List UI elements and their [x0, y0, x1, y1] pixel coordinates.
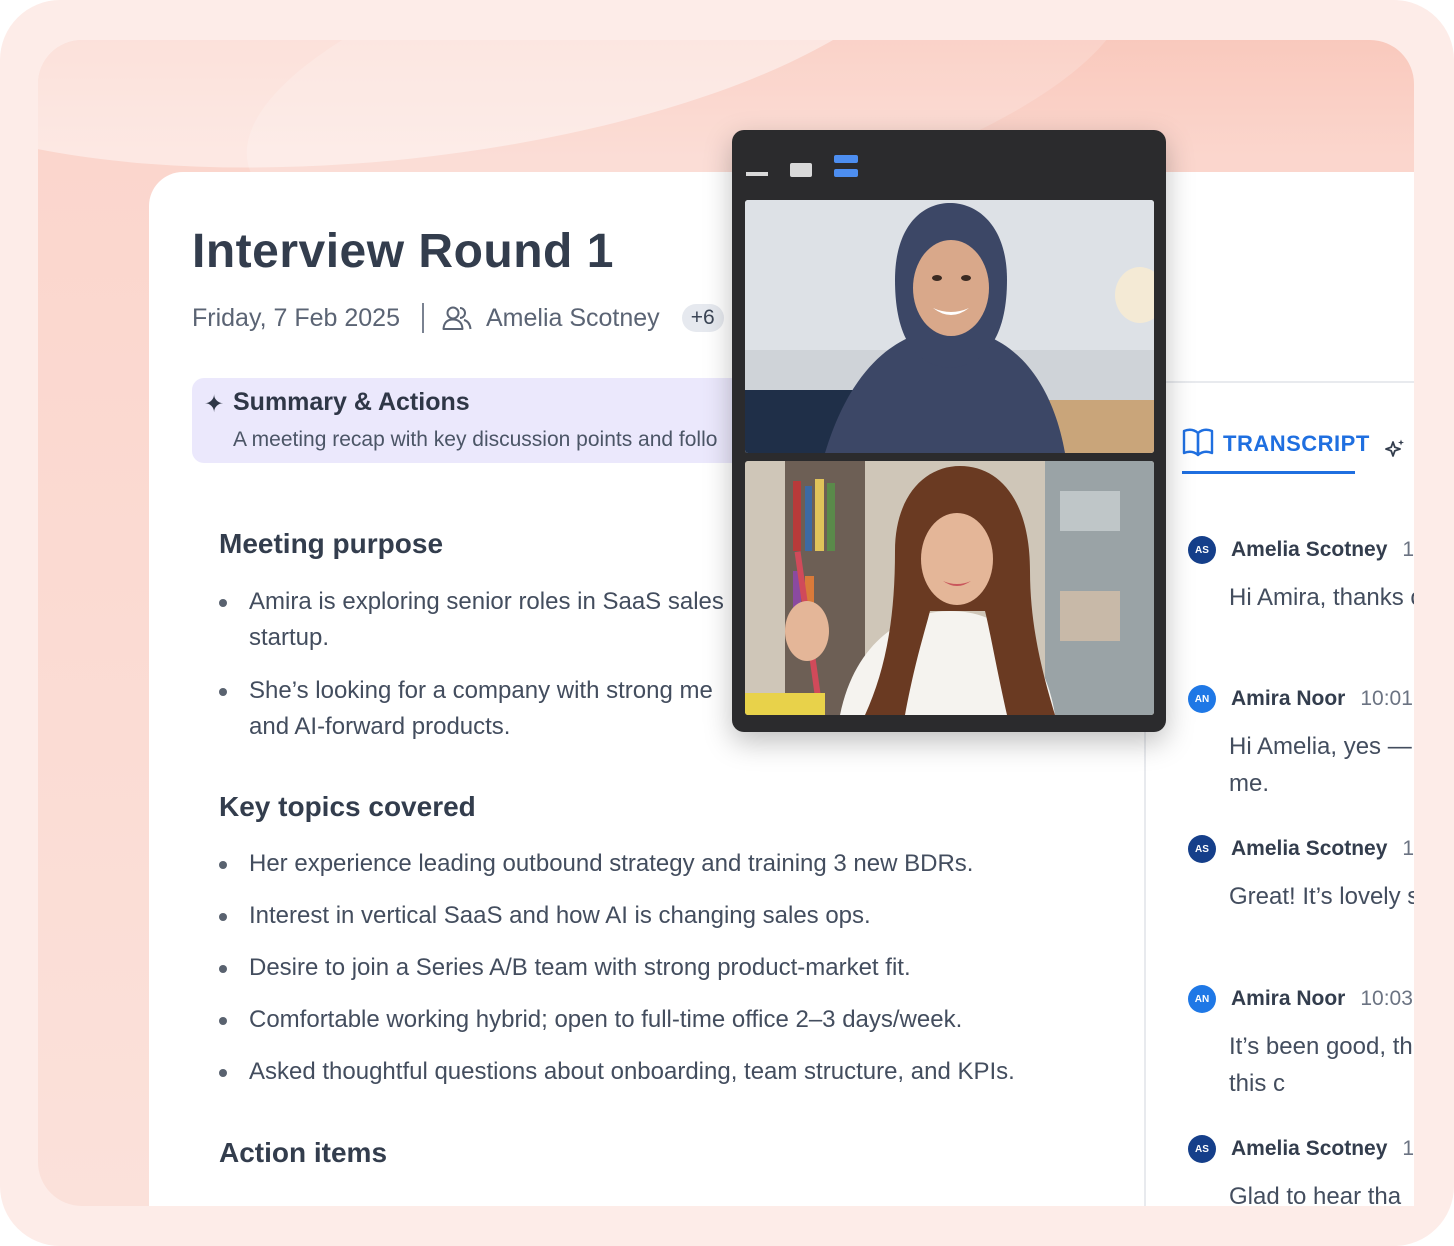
participant-video-image — [745, 461, 1154, 715]
purpose-list: Amira is exploring senior roles in SaaS … — [219, 584, 739, 762]
avatar: AS — [1188, 1135, 1216, 1163]
host-name[interactable]: Amelia Scotney — [486, 304, 660, 333]
transcript-text: Hi Amira, thanks okay? — [1229, 584, 1414, 611]
sparkle-icon: ✦ — [204, 391, 225, 418]
timestamp: 10 — [1402, 538, 1414, 561]
list-item: Amira is exploring senior roles in SaaS … — [219, 584, 739, 656]
list-item: Interest in vertical SaaS and how AI is … — [219, 898, 1119, 934]
list-item: Her experience leading outbound strategy… — [219, 846, 1119, 882]
timestamp: 10 — [1402, 1137, 1414, 1160]
transcript-entry[interactable]: AN Amira Noor 10:03 It’s been good, th f… — [1188, 984, 1414, 1102]
section-heading-purpose: Meeting purpose — [219, 528, 444, 559]
avatar: AN — [1188, 985, 1216, 1013]
transcript-entry-header: AN Amira Noor 10:03 — [1188, 984, 1414, 1014]
participant-count-badge[interactable]: +6 — [681, 304, 724, 332]
transcript-entry-header: AN Amira Noor 10:01 — [1188, 684, 1414, 714]
summary-subtitle: A meeting recap with key discussion poin… — [233, 428, 718, 451]
transcript-entry[interactable]: AN Amira Noor 10:01 Hi Amelia, yes — for… — [1188, 684, 1414, 802]
transcript-text: Glad to hear tha — [1229, 1183, 1402, 1206]
ai-sparkle-icon[interactable] — [1384, 438, 1406, 460]
transcript-entry-header: AS Amelia Scotney 10 — [1188, 834, 1414, 864]
video-call-window[interactable] — [732, 130, 1166, 732]
transcript-text: Great! It’s lovely so far? — [1229, 883, 1414, 910]
speaker-name: Amelia Scotney — [1231, 837, 1388, 860]
speaker-name: Amira Noor — [1231, 987, 1346, 1010]
avatar: AN — [1188, 685, 1216, 713]
list-item: She’s looking for a company with strong … — [219, 673, 739, 745]
tab-transcript-label: TRANSCRIPT — [1223, 431, 1370, 456]
speaker-name: Amira Noor — [1231, 687, 1346, 710]
video-tile-participant[interactable] — [745, 200, 1154, 453]
tab-transcript[interactable]: TRANSCRIPT — [1182, 427, 1370, 475]
list-item: Comfortable working hybrid; open to full… — [219, 1002, 1119, 1038]
panel-top-border — [1144, 381, 1414, 383]
maximize-icon[interactable] — [790, 163, 812, 177]
tab-active-indicator — [1182, 471, 1355, 474]
video-tile-participant[interactable] — [745, 461, 1154, 715]
section-heading-topics: Key topics covered — [219, 791, 476, 822]
book-icon — [1182, 428, 1214, 457]
list-item: Asked thoughtful questions about onboard… — [219, 1054, 1119, 1090]
split-view-icon[interactable] — [834, 155, 858, 177]
meeting-date: Friday, 7 Feb 2025 — [192, 303, 400, 332]
meta-divider — [421, 303, 424, 333]
timestamp: 10 — [1402, 837, 1414, 860]
transcript-entry[interactable]: AS Amelia Scotney 10 Hi Amira, thanks ok… — [1188, 535, 1414, 616]
transcript-entry[interactable]: AS Amelia Scotney 10 Great! It’s lovely … — [1188, 834, 1414, 915]
transcript-text: It’s been good, th forward to this c — [1229, 1033, 1414, 1097]
speaker-name: Amelia Scotney — [1231, 538, 1388, 561]
minimize-icon[interactable] — [746, 172, 768, 176]
section-heading-actions: Action items — [219, 1137, 388, 1168]
summary-title: Summary & Actions — [233, 388, 470, 416]
transcript-text: Hi Amelia, yes — for having me. — [1229, 733, 1414, 797]
transcript-entry[interactable]: AS Amelia Scotney 10 Glad to hear tha — [1188, 1134, 1414, 1206]
participants-icon — [442, 306, 472, 330]
list-item: Desire to join a Series A/B team with st… — [219, 950, 1119, 986]
participant-video-image — [745, 200, 1154, 453]
meeting-meta: Friday, 7 Feb 2025 Amelia Scotney +6 — [192, 302, 724, 334]
topics-list: Her experience leading outbound strategy… — [219, 846, 1119, 1106]
speaker-name: Amelia Scotney — [1231, 1137, 1388, 1160]
timestamp: 10:01 — [1360, 687, 1413, 710]
avatar: AS — [1188, 835, 1216, 863]
page-title: Interview Round 1 — [192, 225, 614, 278]
avatar: AS — [1188, 536, 1216, 564]
transcript-entry-header: AS Amelia Scotney 10 — [1188, 535, 1414, 565]
timestamp: 10:03 — [1360, 987, 1413, 1010]
transcript-entry-header: AS Amelia Scotney 10 — [1188, 1134, 1414, 1164]
